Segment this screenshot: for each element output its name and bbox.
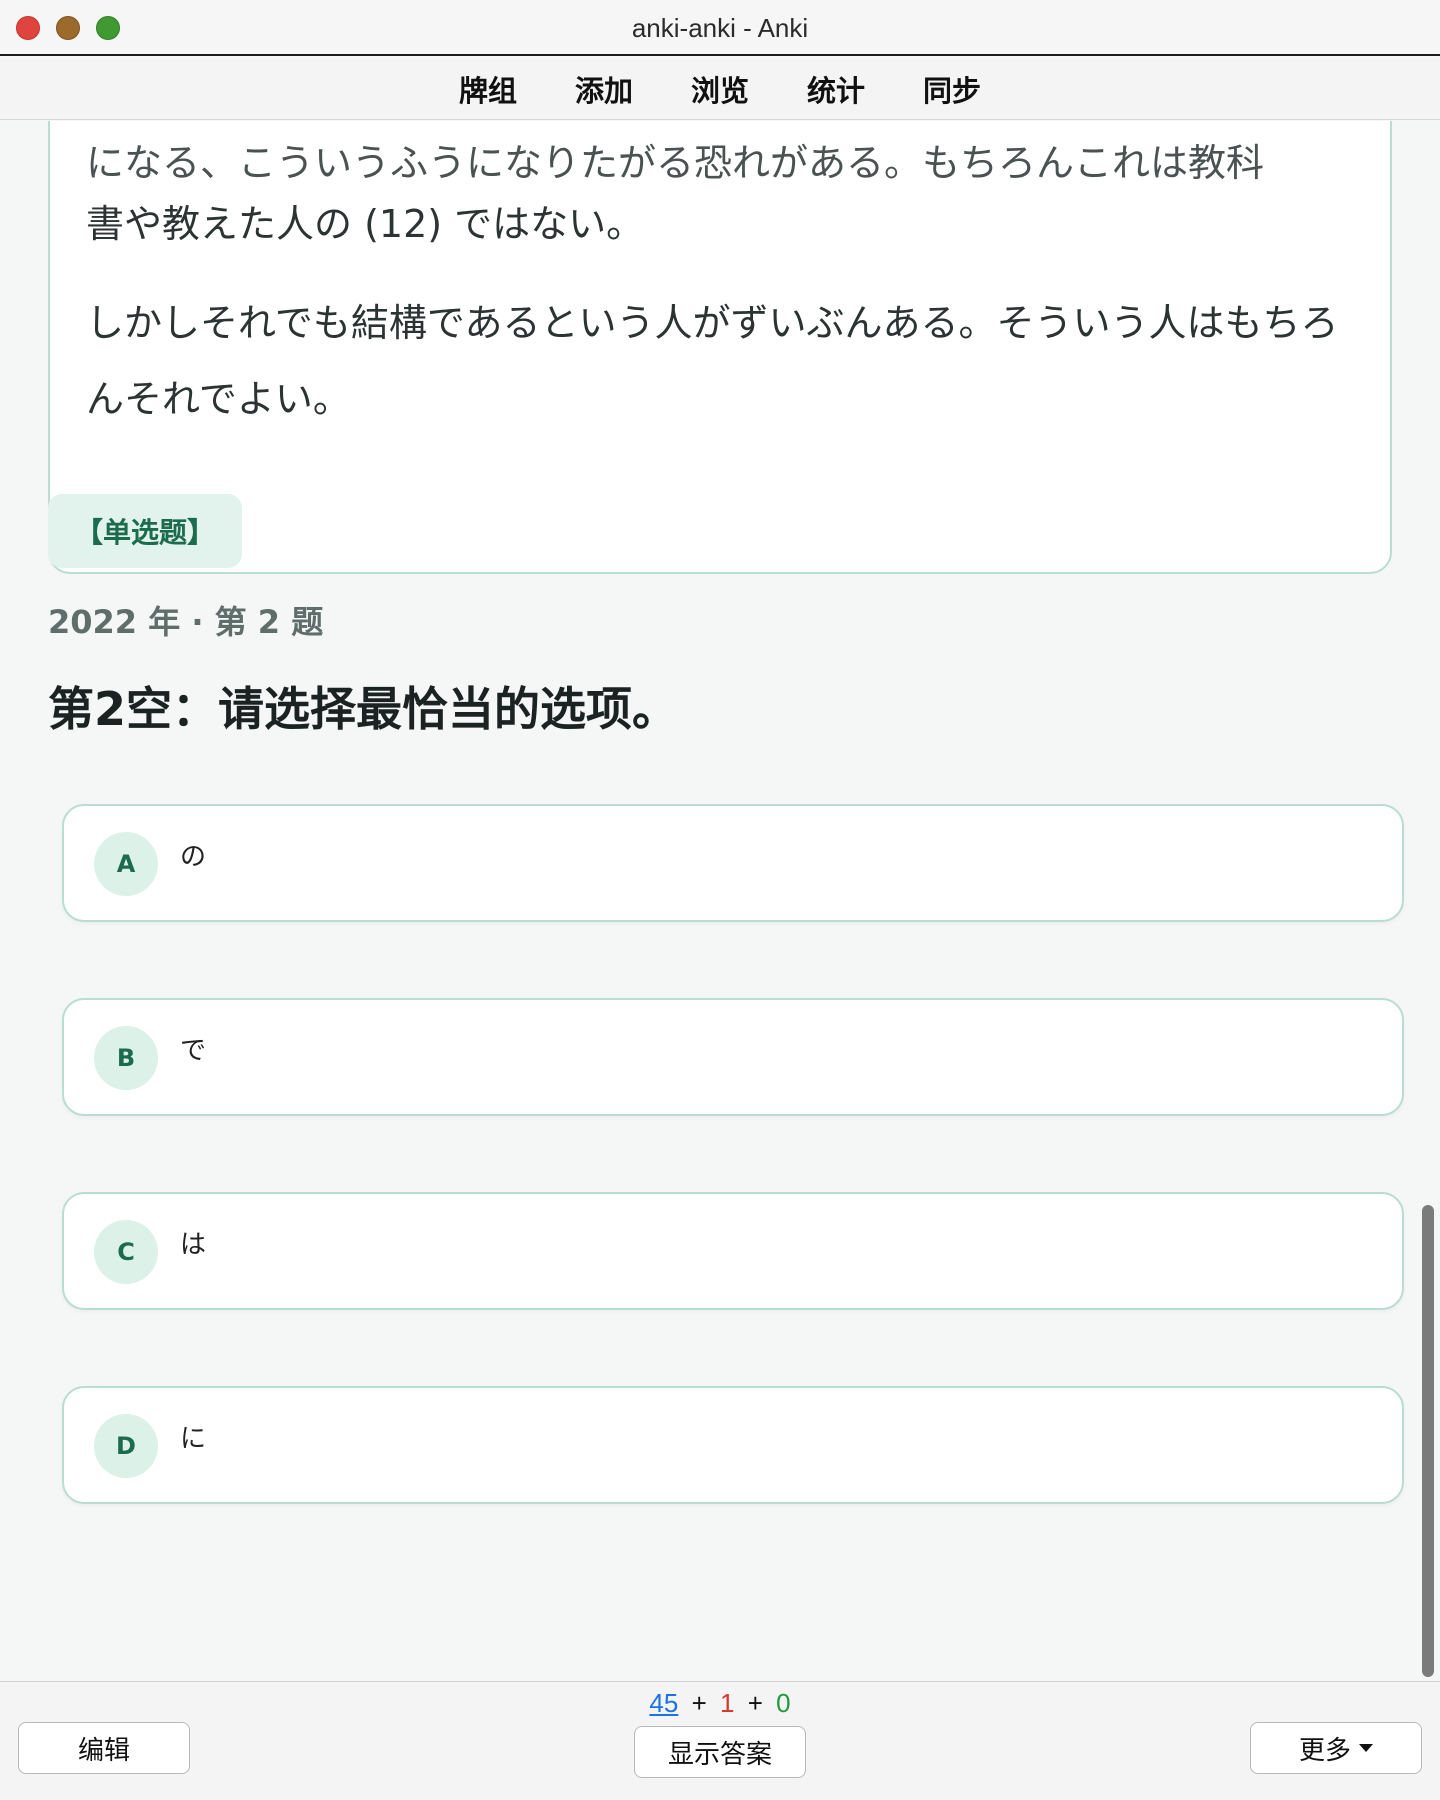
option-text: の	[180, 842, 207, 872]
more-button[interactable]: 更多	[1250, 1722, 1422, 1774]
option-c[interactable]: C は	[62, 1192, 1404, 1310]
more-button-label: 更多	[1298, 1734, 1351, 1765]
menu-add[interactable]: 添加	[546, 68, 662, 110]
edit-button[interactable]: 编辑	[18, 1722, 190, 1774]
show-answer-label: 显示答案	[667, 1738, 772, 1769]
option-d[interactable]: D に	[62, 1386, 1404, 1504]
plus-sign: +	[691, 1688, 707, 1718]
question-title: 第2空：请选择最恰当的选项。	[48, 682, 679, 736]
option-b[interactable]: B で	[62, 998, 1404, 1116]
menu-decks[interactable]: 牌组	[430, 68, 546, 110]
option-text: で	[180, 1036, 207, 1066]
question-type-badge: 【单选题】	[48, 494, 242, 568]
menu-stats[interactable]: 统计	[778, 68, 894, 110]
caret-down-icon	[1359, 1744, 1373, 1752]
learn-count: 1	[719, 1688, 735, 1718]
window-title: anki-anki - Anki	[631, 13, 809, 43]
option-text: は	[180, 1230, 207, 1260]
edit-button-label: 编辑	[77, 1734, 130, 1765]
card-content-area[interactable]: になる、こういうふうになりたがる恐れがある。もちろんこれは教科 書や教えた人の …	[0, 121, 1440, 1681]
due-counts: 45 + 1 + 0	[0, 1688, 1440, 1719]
menu-sync[interactable]: 同步	[894, 68, 1010, 110]
question-meta: 2022 年 · 第 2 题	[48, 603, 324, 641]
option-letter-badge: A	[94, 832, 158, 896]
passage-card: になる、こういうふうになりたがる恐れがある。もちろんこれは教科 書や教えた人の …	[48, 121, 1392, 574]
option-letter-badge: B	[94, 1026, 158, 1090]
top-menu-bar: 牌组 添加 浏览 统计 同步	[0, 58, 1440, 120]
option-text: に	[180, 1424, 207, 1454]
passage-paragraph: しかしそれでも結構であるという人がずいぶんある。そういう人はもちろんそれでよい。	[86, 301, 1339, 421]
review-count: 0	[776, 1688, 791, 1718]
vertical-scrollbar-thumb[interactable]	[1422, 1205, 1434, 1677]
option-letter-badge: C	[94, 1220, 158, 1284]
menu-browse[interactable]: 浏览	[662, 68, 778, 110]
title-bar: anki-anki - Anki	[0, 0, 1440, 56]
new-count[interactable]: 45	[649, 1688, 678, 1718]
option-letter-badge: D	[94, 1414, 158, 1478]
bottom-bar: 45 + 1 + 0 编辑 显示答案 更多	[0, 1681, 1440, 1800]
option-a[interactable]: A の	[62, 804, 1404, 922]
show-answer-button[interactable]: 显示答案	[634, 1726, 806, 1778]
plus-sign: +	[747, 1688, 763, 1718]
passage-line: 書や教えた人の (12) ではない。	[86, 202, 645, 246]
